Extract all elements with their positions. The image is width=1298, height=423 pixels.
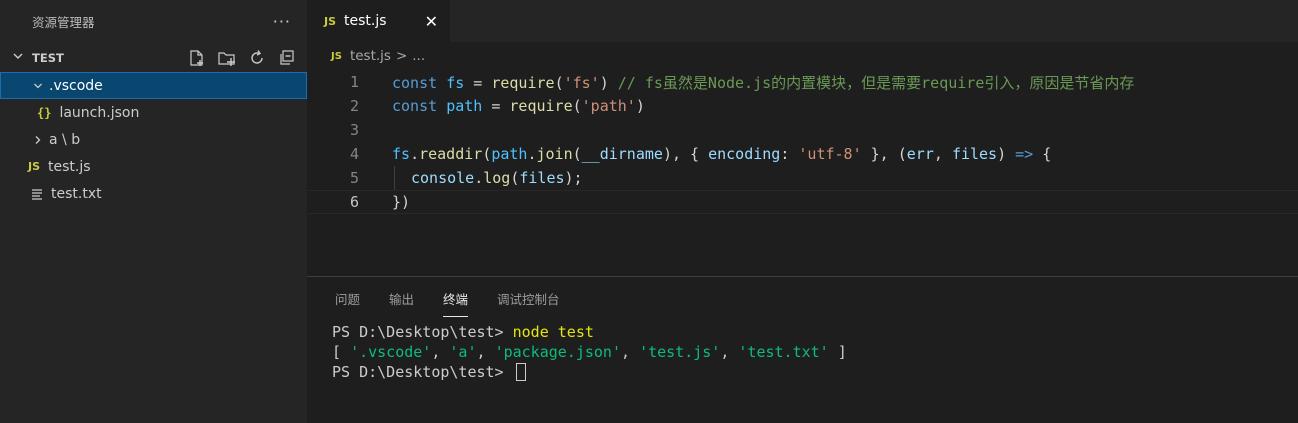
code-line: 1 const fs = require('fs') // fs虽然是Node.… [307, 70, 1298, 94]
tab-output[interactable]: 输出 [389, 277, 414, 319]
tree-item-launch-json[interactable]: {} launch.json [0, 99, 307, 126]
code-content: }) [392, 193, 411, 211]
tree-item-a-b-folder[interactable]: a \ b [0, 126, 307, 153]
breadcrumb: JS test.js > ... [307, 42, 1298, 70]
explorer-actions [187, 48, 297, 68]
terminal-line: [ '.vscode', 'a', 'package.json', 'test.… [332, 343, 847, 361]
code-line: 5 console.log(files); [307, 166, 1298, 190]
terminal-line: PS D:\Desktop\test> node test [332, 323, 594, 341]
collapse-all-icon[interactable] [277, 48, 297, 68]
tab-debug-console[interactable]: 调试控制台 [497, 277, 560, 319]
tree-item-test-js[interactable]: JS test.js [0, 153, 307, 180]
more-actions-icon[interactable]: ··· [273, 12, 291, 31]
tab-label: test.js [344, 13, 387, 29]
chevron-down-icon [31, 81, 45, 91]
bottom-panel: 问题 输出 终端 调试控制台 PS D:\Desktop\test> node … [307, 276, 1298, 423]
tab-test-js[interactable]: JS test.js ✕ [307, 0, 450, 42]
code-line: 3 [307, 118, 1298, 142]
code-content: console.log(files); [411, 169, 583, 187]
close-icon[interactable]: ✕ [425, 12, 438, 31]
panel-tabs: 问题 输出 终端 调试控制台 [307, 277, 1298, 319]
indent-guide [394, 166, 395, 190]
refresh-icon[interactable] [247, 48, 267, 68]
explorer-title: 资源管理器 [32, 14, 95, 30]
line-number: 3 [349, 121, 359, 139]
editor-area: JS test.js ✕ JS test.js > ... 1 const fs… [307, 0, 1298, 276]
chevron-right-icon [31, 135, 45, 145]
tab-terminal[interactable]: 终端 [443, 277, 469, 319]
line-number: 4 [349, 145, 359, 163]
code-line: 2 const path = require('path') [307, 94, 1298, 118]
javascript-file-icon: JS [331, 50, 342, 62]
code-line: 4 fs.readdir(path.join(__dirname), { enc… [307, 142, 1298, 166]
folder-section-header[interactable]: TEST [0, 44, 307, 72]
tree-item-test-txt[interactable]: test.txt [0, 180, 307, 207]
terminal-cursor [515, 363, 526, 381]
line-number: 6 [349, 193, 359, 211]
tab-problems[interactable]: 问题 [335, 277, 360, 319]
editor-tab-bar: JS test.js ✕ [307, 0, 1298, 42]
tree-item-label: .vscode [49, 77, 103, 94]
code-content: const path = require('path') [392, 97, 645, 115]
code-content: fs.readdir(path.join(__dirname), { encod… [392, 145, 1052, 163]
explorer-header: 资源管理器 ··· [0, 0, 307, 42]
javascript-file-icon: JS [324, 14, 337, 28]
line-number: 5 [349, 169, 359, 187]
tree-item-vscode-folder[interactable]: .vscode [0, 72, 307, 99]
text-file-icon [32, 188, 42, 200]
line-number: 2 [349, 97, 359, 115]
breadcrumb-more[interactable]: ... [412, 48, 425, 64]
code-content: const fs = require('fs') // fs虽然是Node.js… [392, 73, 1135, 92]
explorer-sidebar: 资源管理器 ··· TEST .vscode {} launch.json a … [0, 0, 307, 423]
tree-item-label: launch.json [59, 104, 140, 121]
new-file-icon[interactable] [187, 48, 207, 68]
breadcrumb-separator: > [395, 48, 408, 64]
javascript-file-icon: JS [28, 160, 41, 173]
line-number: 1 [349, 73, 359, 91]
tree-item-label: test.txt [51, 185, 102, 202]
code-editor[interactable]: 1 const fs = require('fs') // fs虽然是Node.… [307, 70, 1298, 214]
folder-name: TEST [32, 51, 64, 65]
terminal[interactable]: PS D:\Desktop\test> node test [ '.vscode… [332, 322, 847, 382]
breadcrumb-file[interactable]: test.js [350, 48, 391, 64]
tree-item-label: test.js [48, 158, 91, 175]
new-folder-icon[interactable] [217, 48, 237, 68]
tree-item-label: a \ b [49, 131, 81, 148]
code-line-current: 6 }) [307, 190, 1298, 214]
terminal-line: PS D:\Desktop\test> [332, 362, 847, 382]
chevron-down-icon [12, 50, 24, 66]
json-file-icon: {} [37, 105, 52, 120]
